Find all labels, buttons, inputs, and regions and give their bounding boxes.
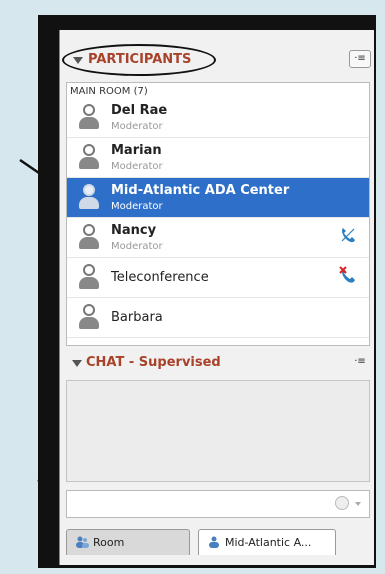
person-icon [79,224,99,250]
chat-header[interactable]: CHAT - Supervised ·≡ [60,350,375,376]
participant-name: Marian [111,143,162,158]
participants-title: PARTICIPANTS [88,52,192,67]
person-icon [79,104,99,130]
collapse-triangle-icon[interactable] [73,57,83,64]
chevron-down-icon[interactable] [355,502,361,506]
collapse-triangle-icon[interactable] [72,360,82,367]
person-icon [79,304,99,330]
chat-input[interactable] [66,490,370,518]
phone-connected-icon[interactable] [339,226,357,244]
participant-name: Barbara [111,310,163,325]
tab-label: Mid-Atlantic A... [225,536,312,549]
chat-title: CHAT - Supervised [86,355,221,370]
tab-room[interactable]: Room [66,529,190,555]
chat-messages-area [66,380,370,482]
chat-menu-button[interactable]: ·≡ [349,354,371,372]
participant-name: Teleconference [111,270,209,285]
participant-role: Moderator [111,241,163,252]
person-icon [79,144,99,170]
room-label: MAIN ROOM (7) [70,86,148,97]
participant-row[interactable]: Del Rae Moderator [67,98,369,138]
list-menu-icon: ·≡ [354,53,366,64]
participant-row-selected[interactable]: Mid-Atlantic ADA Center Moderator [67,178,369,218]
participant-row[interactable]: Nancy Moderator [67,218,369,258]
participant-list[interactable]: MAIN ROOM (7) Del Rae Moderator Marian M… [66,82,370,346]
participant-row[interactable]: Teleconference [67,258,369,298]
participant-role: Moderator [111,121,163,132]
panel-tabs: Room Mid-Atlantic A... [60,524,375,560]
participants-header[interactable]: PARTICIPANTS ·≡ [60,42,375,76]
tab-mid-atlantic[interactable]: Mid-Atlantic A... [198,529,336,555]
participant-name: Nancy [111,223,157,238]
participants-menu-button[interactable]: ·≡ [349,50,371,68]
smiley-icon[interactable] [335,496,349,510]
participant-row[interactable]: Marian Moderator [67,138,369,178]
participant-name: Mid-Atlantic ADA Center [111,183,290,198]
phone-disconnected-icon[interactable] [339,266,357,284]
person-icon [209,536,219,548]
list-menu-icon: ·≡ [354,356,366,367]
people-icon [76,536,89,548]
tab-label: Room [93,536,125,549]
participant-role: Moderator [111,201,163,212]
participant-name: Del Rae [111,103,168,118]
person-icon [79,184,99,210]
participant-row[interactable]: Barbara [67,298,369,338]
participant-role: Moderator [111,161,163,172]
person-icon [79,264,99,290]
meeting-panel: PARTICIPANTS ·≡ MAIN ROOM (7) Del Rae Mo… [59,30,374,565]
